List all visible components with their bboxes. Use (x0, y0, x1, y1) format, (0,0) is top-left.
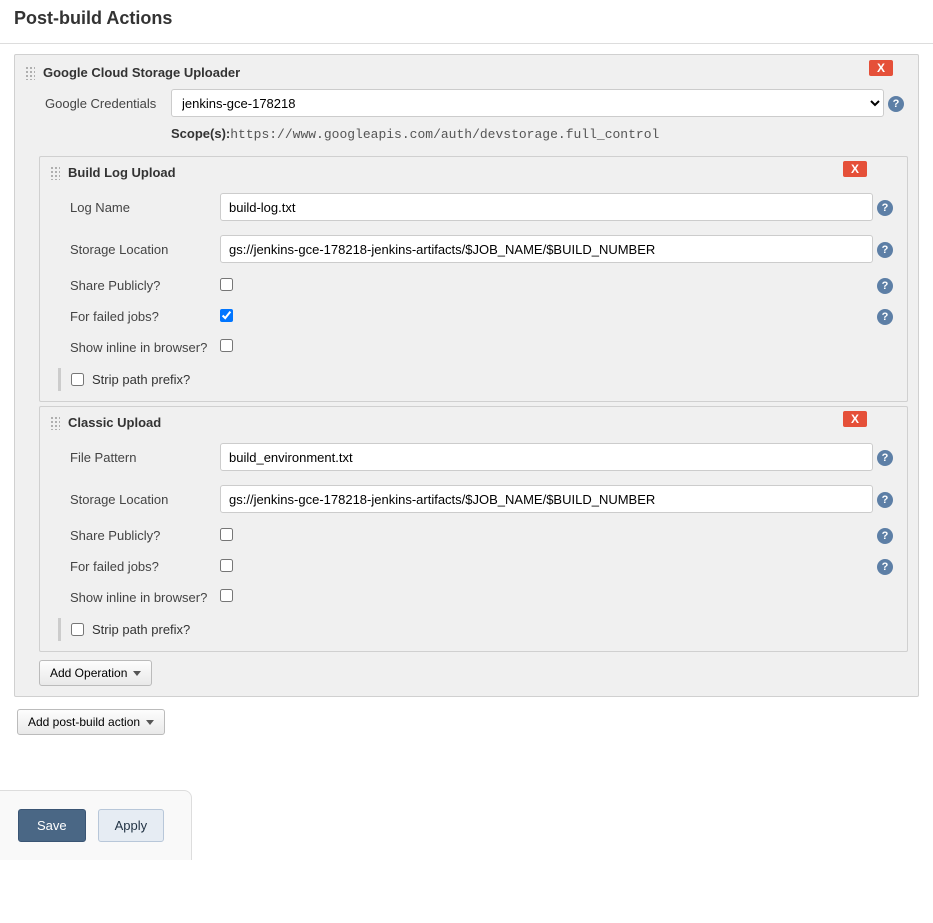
classic-title: Classic Upload (68, 415, 161, 430)
drag-handle-icon[interactable] (50, 166, 60, 180)
inline-label: Show inline in browser? (70, 590, 220, 605)
classic-upload-section: X Classic Upload File Pattern ? Storage … (39, 406, 908, 652)
help-icon[interactable]: ? (877, 492, 893, 508)
add-post-build-action-button[interactable]: Add post-build action (17, 709, 165, 735)
share-label: Share Publicly? (70, 528, 220, 543)
failed-label: For failed jobs? (70, 309, 220, 324)
for-failed-jobs-checkbox[interactable] (220, 559, 233, 572)
show-inline-checkbox[interactable] (220, 589, 233, 602)
delete-uploader-button[interactable]: X (869, 60, 893, 76)
help-icon[interactable]: ? (877, 309, 893, 325)
storage-location-input[interactable] (220, 485, 873, 513)
save-button[interactable]: Save (18, 809, 86, 842)
delete-build-log-button[interactable]: X (843, 161, 867, 177)
footer-bar: Save Apply (0, 790, 192, 860)
file-pattern-label: File Pattern (70, 450, 220, 465)
strip-path-label: Strip path prefix? (92, 622, 190, 637)
help-icon[interactable]: ? (877, 559, 893, 575)
build-log-title: Build Log Upload (68, 165, 176, 180)
chevron-down-icon (146, 720, 154, 725)
credentials-label: Google Credentials (45, 96, 171, 111)
chevron-down-icon (133, 671, 141, 676)
storage-label: Storage Location (70, 242, 220, 257)
inline-label: Show inline in browser? (70, 340, 220, 355)
for-failed-jobs-checkbox[interactable] (220, 309, 233, 322)
file-pattern-input[interactable] (220, 443, 873, 471)
storage-label: Storage Location (70, 492, 220, 507)
gcs-uploader-section: X Google Cloud Storage Uploader Google C… (14, 54, 919, 697)
help-icon[interactable]: ? (888, 96, 904, 112)
help-icon[interactable]: ? (877, 278, 893, 294)
show-inline-checkbox[interactable] (220, 339, 233, 352)
scopes-value: https://www.googleapis.com/auth/devstora… (230, 127, 659, 142)
log-name-input[interactable] (220, 193, 873, 221)
build-log-upload-section: X Build Log Upload Log Name ? Storage Lo… (39, 156, 908, 402)
share-publicly-checkbox[interactable] (220, 528, 233, 541)
strip-path-checkbox[interactable] (71, 623, 84, 636)
scopes-row: Scope(s):https://www.googleapis.com/auth… (171, 120, 908, 152)
storage-location-input[interactable] (220, 235, 873, 263)
help-icon[interactable]: ? (877, 242, 893, 258)
strip-path-checkbox[interactable] (71, 373, 84, 386)
help-icon[interactable]: ? (877, 450, 893, 466)
credentials-select[interactable]: jenkins-gce-178218 (171, 89, 884, 117)
drag-handle-icon[interactable] (25, 66, 35, 80)
failed-label: For failed jobs? (70, 559, 220, 574)
apply-button[interactable]: Apply (98, 809, 165, 842)
share-label: Share Publicly? (70, 278, 220, 293)
uploader-title: Google Cloud Storage Uploader (43, 65, 240, 80)
strip-path-label: Strip path prefix? (92, 372, 190, 387)
log-name-label: Log Name (70, 200, 220, 215)
help-icon[interactable]: ? (877, 528, 893, 544)
help-icon[interactable]: ? (877, 200, 893, 216)
page-title: Post-build Actions (0, 0, 933, 44)
scopes-label: Scope(s): (171, 126, 230, 141)
share-publicly-checkbox[interactable] (220, 278, 233, 291)
delete-classic-button[interactable]: X (843, 411, 867, 427)
add-operation-button[interactable]: Add Operation (39, 660, 152, 686)
drag-handle-icon[interactable] (50, 416, 60, 430)
